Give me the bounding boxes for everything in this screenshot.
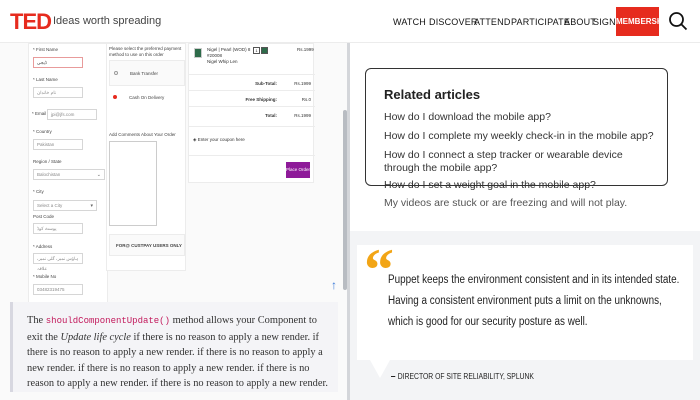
mobile-label: * Mobile No bbox=[33, 274, 57, 279]
top-navigation-bar: TED Ideas worth spreading WATCH DISCOVER… bbox=[0, 0, 700, 43]
billing-form: * First Name ڈیجی * Last Name نام خاندان… bbox=[28, 43, 108, 305]
product-price: Rs.1999 bbox=[297, 47, 314, 52]
nav-participate[interactable]: PARTICIPATE bbox=[511, 17, 570, 27]
promo-box: FOR@ CUSTPAY USERS ONLY bbox=[109, 234, 185, 256]
cod-radio[interactable] bbox=[113, 95, 117, 99]
cod-label: Cash On Delivery bbox=[129, 95, 165, 100]
comments-textarea[interactable] bbox=[109, 141, 157, 226]
refresh-icon[interactable] bbox=[261, 47, 268, 54]
nav-discover[interactable]: DISCOVER bbox=[429, 17, 478, 27]
related-link-1[interactable]: How do I download the mobile app? bbox=[384, 111, 674, 124]
comments-label: Add Comments About Your Order bbox=[109, 132, 176, 137]
bank-transfer-radio[interactable] bbox=[114, 71, 118, 75]
country-field[interactable]: Pakistan bbox=[33, 139, 83, 150]
ted-logo[interactable]: TED bbox=[10, 9, 52, 35]
column-divider bbox=[347, 43, 350, 400]
coupon-area: ◈ Enter your coupon here bbox=[189, 126, 315, 156]
note-prefix: The bbox=[27, 315, 44, 326]
related-link-2[interactable]: How do I complete my weekly check-in in … bbox=[384, 130, 674, 143]
email-label: * Email bbox=[32, 111, 47, 116]
nav-attend[interactable]: ATTEND bbox=[474, 17, 511, 27]
testimonial-text: Puppet keeps the environment consistent … bbox=[388, 274, 680, 328]
product-line-1: Nigel | Pearl (WOD) 8 bbox=[207, 47, 251, 52]
author-title: DIRECTOR OF SITE RELIABILITY, SPLUNK bbox=[397, 372, 534, 381]
email-field[interactable]: jpi@jfs.com bbox=[47, 109, 97, 120]
info-note: The shouldComponentUpdate() method allow… bbox=[10, 302, 338, 392]
related-link-5[interactable]: My videos are stuck or are freezing and … bbox=[384, 197, 674, 210]
related-link-4[interactable]: How do I set a weight goal in the mobile… bbox=[384, 179, 674, 192]
testimonial-author: DIRECTOR OF SITE RELIABILITY, SPLUNK bbox=[391, 372, 534, 381]
note-code: shouldComponentUpdate() bbox=[45, 316, 170, 326]
chevron-down-icon: ⌄ bbox=[96, 172, 101, 178]
tagline: Ideas worth spreading bbox=[53, 15, 162, 27]
last-name-field[interactable]: نام خاندان bbox=[33, 87, 83, 98]
subtotal-label: Sub-Total: bbox=[255, 81, 277, 86]
shipping-value: Rs.0 bbox=[301, 97, 311, 102]
total-value: Rs.1999 bbox=[294, 113, 311, 118]
divider bbox=[189, 106, 315, 107]
scrollbar-thumb[interactable] bbox=[343, 110, 347, 290]
dash-icon bbox=[391, 376, 396, 378]
search-icon[interactable] bbox=[668, 11, 688, 31]
region-value: Balochistan bbox=[37, 172, 61, 177]
post-code-label: Post Code bbox=[33, 214, 55, 219]
first-name-field[interactable]: ڈیجی bbox=[33, 57, 83, 68]
related-link-3[interactable]: How do I connect a step tracker or weara… bbox=[384, 149, 659, 175]
product-line-2: #20008 bbox=[207, 53, 223, 58]
address-label: * Address bbox=[33, 244, 53, 249]
first-name-label: * First Name bbox=[33, 47, 59, 52]
scroll-up-arrow-icon[interactable]: ↑ bbox=[331, 278, 337, 292]
city-label: * City bbox=[33, 189, 44, 194]
city-value: Select a City bbox=[37, 203, 63, 208]
speech-bubble-tail bbox=[370, 360, 390, 378]
payment-option-box: Bank Transfer bbox=[109, 60, 185, 86]
qty-box[interactable]: 1 bbox=[253, 47, 260, 54]
region-select[interactable]: Balochistan ⌄ bbox=[33, 169, 105, 180]
shipping-label: Free Shipping: bbox=[245, 97, 278, 102]
place-order-button[interactable]: Place Order bbox=[286, 162, 310, 178]
subtotal-value: Rs.1999 bbox=[294, 81, 311, 86]
promo-text: FOR@ CUSTPAY USERS ONLY bbox=[116, 243, 182, 248]
product-line-3: Nigel Whip Len bbox=[207, 59, 238, 64]
post-code-field[interactable]: پوسٹ کوڈ bbox=[33, 223, 83, 234]
last-name-label: * Last Name bbox=[33, 77, 58, 82]
note-emphasis: Update life cycle bbox=[60, 331, 131, 343]
mobile-field[interactable]: 03482319475 bbox=[33, 284, 83, 295]
membership-button[interactable]: MEMBERSHIP bbox=[616, 7, 670, 36]
nav-watch[interactable]: WATCH bbox=[393, 17, 426, 27]
product-thumbnail bbox=[194, 48, 202, 58]
chevron-down-icon: ▾ bbox=[90, 203, 93, 209]
region-label: Region / State bbox=[33, 159, 62, 164]
coupon-input[interactable]: ◈ Enter your coupon here bbox=[193, 137, 245, 143]
divider bbox=[189, 90, 315, 91]
payment-panel: Please select the preferred payment meth… bbox=[106, 43, 186, 271]
country-label: * Country bbox=[33, 129, 52, 134]
related-articles-title: Related articles bbox=[384, 87, 481, 102]
order-summary: Nigel | Pearl (WOD) 8 #20008 Nigel Whip … bbox=[188, 43, 315, 183]
payment-prompt: Please select the preferred payment meth… bbox=[109, 46, 182, 57]
nav-about[interactable]: ABOUT bbox=[564, 17, 596, 27]
city-select[interactable]: Select a City ▾ bbox=[33, 200, 97, 211]
divider bbox=[189, 74, 315, 75]
coupon-placeholder: Enter your coupon here bbox=[197, 137, 245, 142]
total-label: Total: bbox=[265, 113, 277, 118]
address-field[interactable]: ہاؤس نمبر، گلی نمبر، علاقہ bbox=[33, 253, 83, 271]
bank-transfer-label: Bank Transfer bbox=[130, 71, 159, 76]
